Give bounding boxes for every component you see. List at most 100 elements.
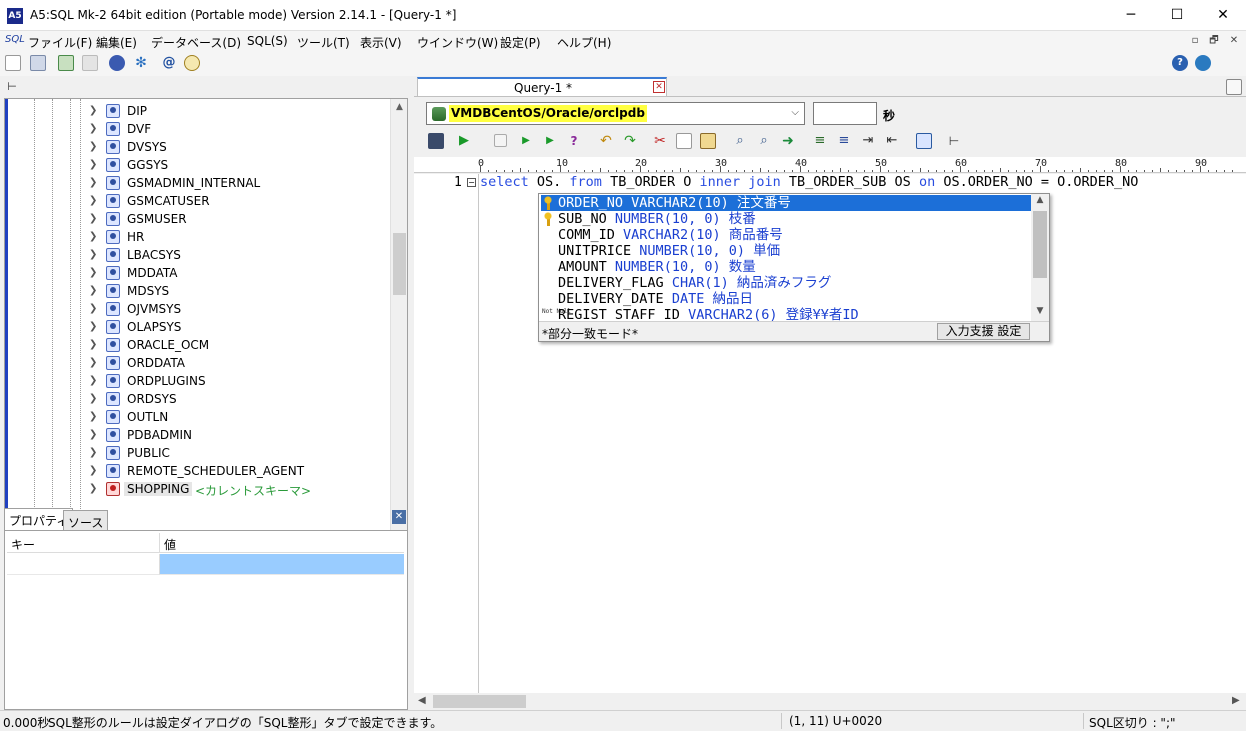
completion-item[interactable]: AMOUNT NUMBER(10, 0) 数量 <box>541 259 1031 275</box>
replace-icon[interactable]: ⌕ <box>756 133 772 149</box>
expand-icon[interactable]: ❯ <box>89 123 97 134</box>
tree-node[interactable]: ❯ OUTLN <box>89 408 389 426</box>
format-icon[interactable]: ≡ <box>812 133 828 149</box>
expand-icon[interactable]: ❯ <box>89 249 97 260</box>
tree-node[interactable]: ❯ ORDSYS <box>89 390 389 408</box>
menu-settings[interactable]: 設定(P) <box>500 34 541 51</box>
tree-node[interactable]: ❯ MDDATA <box>89 264 389 282</box>
scroll-up-icon[interactable]: ▲ <box>391 99 407 116</box>
menu-tools[interactable]: ツール(T) <box>297 34 350 51</box>
stop-icon[interactable] <box>494 134 507 147</box>
input-assist-settings-button[interactable]: 入力支援 設定 <box>937 323 1030 340</box>
run-csv-icon[interactable]: ▶ <box>542 133 558 149</box>
close-icon[interactable]: ✕ <box>392 510 406 524</box>
value-cell[interactable] <box>160 554 404 575</box>
tree-node[interactable]: ❯ GSMUSER <box>89 210 389 228</box>
tree-node[interactable]: ❯ PUBLIC <box>89 444 389 462</box>
expand-icon[interactable]: ❯ <box>89 321 97 332</box>
tree-node[interactable]: ❯ GSMADMIN_INTERNAL <box>89 174 389 192</box>
expand-icon[interactable]: ❯ <box>89 447 97 458</box>
expand-icon[interactable]: ❯ <box>89 357 97 368</box>
menu-sql[interactable]: SQL(S) <box>247 34 288 48</box>
menu-edit[interactable]: 編集(E) <box>96 34 137 51</box>
scroll-thumb[interactable] <box>393 233 406 295</box>
tree-node[interactable]: ❯ ORDDATA <box>89 354 389 372</box>
expand-icon[interactable]: ❯ <box>89 159 97 170</box>
copy-icon[interactable] <box>676 133 692 149</box>
find-icon[interactable]: ⌕ <box>732 133 748 149</box>
scroll-right-icon[interactable]: ▶ <box>1232 695 1240 706</box>
open-file-icon[interactable] <box>30 55 46 71</box>
completion-scrollbar[interactable]: ▲ ▼ <box>1031 194 1049 321</box>
expand-icon[interactable]: ❯ <box>89 429 97 440</box>
help-icon[interactable]: ? <box>1172 55 1188 71</box>
expand-icon[interactable]: ❯ <box>89 303 97 314</box>
chevron-down-icon[interactable]: ⌵ <box>791 107 799 118</box>
connection-select[interactable]: VMDBCentOS/Oracle/orclpdb ⌵ <box>426 102 805 125</box>
globe-icon[interactable] <box>1195 55 1211 71</box>
close-icon[interactable]: ✕ <box>653 81 665 93</box>
tree-node[interactable]: ❯ SHOPPING <カレントスキーマ> <box>89 480 389 498</box>
fold-icon[interactable]: − <box>467 178 476 187</box>
run-icon[interactable]: ▶ <box>456 133 472 149</box>
tree-node[interactable]: ❯ REMOTE_SCHEDULER_AGENT <box>89 462 389 480</box>
mdi-restore-button[interactable]: 🗗 <box>1207 34 1221 48</box>
expand-icon[interactable]: ❯ <box>89 375 97 386</box>
expand-icon[interactable]: ❯ <box>89 465 97 476</box>
new-file-icon[interactable] <box>5 55 21 71</box>
sql-editor[interactable]: 1 − select OS. from TB_ORDER O inner joi… <box>414 174 1246 693</box>
close-button[interactable]: ✕ <box>1200 0 1246 31</box>
tree-node[interactable]: ❯ DVF <box>89 120 389 138</box>
tree-node[interactable]: ❯ PDBADMIN <box>89 426 389 444</box>
timeout-input[interactable] <box>813 102 877 125</box>
cut-icon[interactable]: ✂ <box>652 133 668 149</box>
tab-source[interactable]: ソース <box>63 510 109 530</box>
tree-node[interactable]: ❯ MDSYS <box>89 282 389 300</box>
expand-icon[interactable]: ❯ <box>89 105 97 116</box>
tree-node[interactable]: ❯ ORACLE_OCM <box>89 336 389 354</box>
outline-icon[interactable]: ⊢ <box>946 133 962 149</box>
schema-icon[interactable] <box>109 55 125 71</box>
outdent-icon[interactable]: ⇤ <box>884 133 900 149</box>
tree-node[interactable]: ❯ LBACSYS <box>89 246 389 264</box>
scroll-left-icon[interactable]: ◀ <box>418 695 426 706</box>
tree-icon[interactable]: ⊢ <box>4 79 20 95</box>
key-cell[interactable] <box>7 554 160 575</box>
jump-icon[interactable]: ➜ <box>780 133 796 149</box>
expand-icon[interactable]: ❯ <box>89 411 97 422</box>
scroll-up-icon[interactable]: ▲ <box>1031 195 1049 205</box>
tree-node[interactable]: ❯ DIP <box>89 102 389 120</box>
tree-node[interactable]: ❯ HR <box>89 228 389 246</box>
completion-item[interactable]: SUB_NO NUMBER(10, 0) 枝番 <box>541 211 1031 227</box>
completion-item[interactable]: DELIVERY_DATE DATE 納品日 <box>541 291 1031 307</box>
scroll-down-icon[interactable]: ▼ <box>1031 306 1049 316</box>
sql-code-line[interactable]: select OS. from TB_ORDER O inner join TB… <box>480 174 1138 191</box>
expand-icon[interactable]: ❯ <box>89 195 97 206</box>
completion-item[interactable]: COMM_ID VARCHAR2(10) 商品番号 <box>541 227 1031 243</box>
expand-icon[interactable]: ❯ <box>89 339 97 350</box>
tree-node[interactable]: ❯ GGSYS <box>89 156 389 174</box>
scroll-thumb[interactable] <box>1033 211 1047 278</box>
maximize-button[interactable]: ☐ <box>1154 0 1200 31</box>
scroll-thumb[interactable] <box>433 695 526 708</box>
menu-file[interactable]: ファイル(F) <box>28 34 92 51</box>
menu-view[interactable]: 表示(V) <box>360 34 402 51</box>
expand-icon[interactable]: ❯ <box>89 285 97 296</box>
expand-icon[interactable]: ❯ <box>89 213 97 224</box>
clock-icon[interactable] <box>184 55 200 71</box>
mdi-close-button[interactable]: ✕ <box>1227 34 1241 48</box>
minimize-button[interactable]: ─ <box>1108 0 1154 31</box>
explain-icon[interactable]: ? <box>566 133 582 149</box>
tile-windows-icon[interactable] <box>1226 79 1242 95</box>
expand-icon[interactable]: ❯ <box>89 231 97 242</box>
indent-icon[interactable]: ⇥ <box>860 133 876 149</box>
undo-icon[interactable]: ↶ <box>598 133 614 149</box>
menu-window[interactable]: ウインドウ(W) <box>417 34 498 51</box>
tree-node[interactable]: ❯ ORDPLUGINS <box>89 372 389 390</box>
tree-node[interactable]: ❯ GSMCATUSER <box>89 192 389 210</box>
tree-scrollbar[interactable]: ▲ ▼ <box>390 99 407 573</box>
save-icon[interactable] <box>428 133 444 149</box>
compare-icon[interactable] <box>916 133 932 149</box>
menu-database[interactable]: データベース(D) <box>151 34 241 51</box>
expand-icon[interactable]: ❯ <box>89 393 97 404</box>
